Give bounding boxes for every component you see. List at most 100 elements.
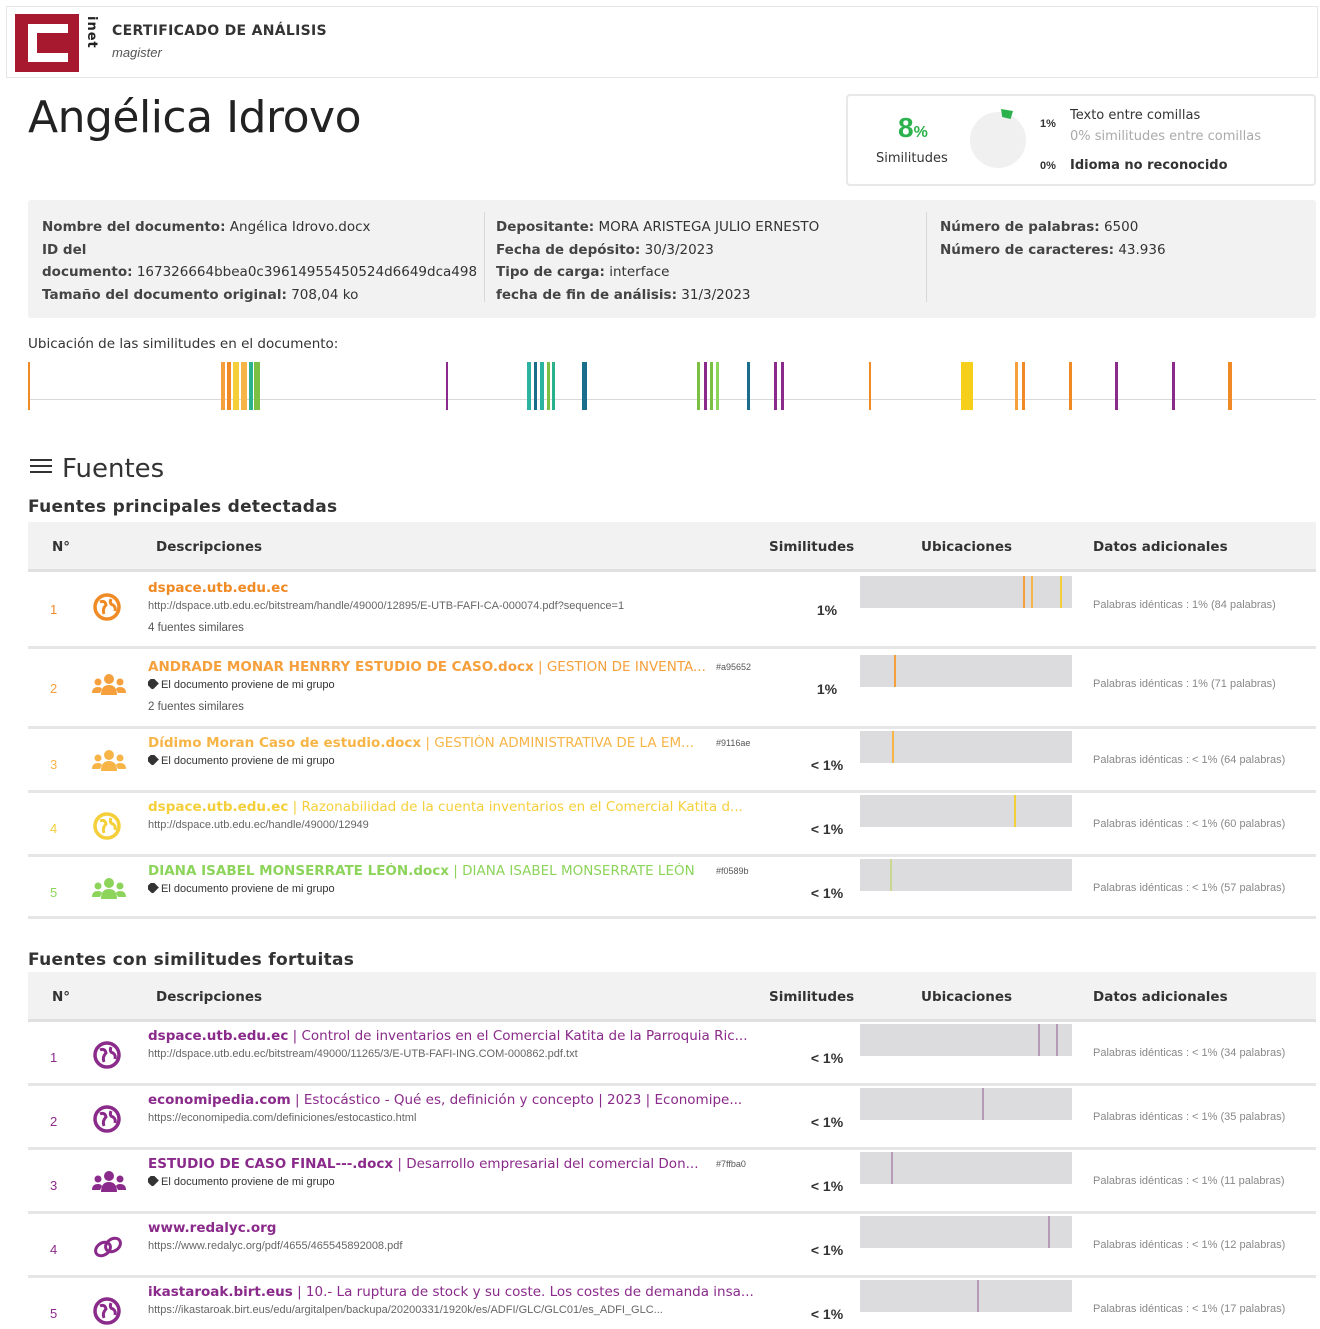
language-label: Idioma no reconocido xyxy=(1070,158,1228,173)
table-row[interactable]: 4 dspace.utb.edu.ec | Razonabilidad de la… xyxy=(28,793,1316,857)
additional-data: Palabras idénticas : 1% (84 palabras) xyxy=(1093,599,1276,611)
similarity-value: < 1% xyxy=(810,1242,844,1258)
additional-data: Palabras idénticas : < 1% (57 palabras) xyxy=(1093,882,1286,894)
source-hash: #f0589b xyxy=(716,866,749,876)
tag-icon xyxy=(148,1176,159,1187)
row-number: 5 xyxy=(50,885,58,900)
similar-sources-count[interactable]: 4 fuentes similares xyxy=(148,622,244,634)
similarity-value: < 1% xyxy=(810,1306,844,1322)
source-url[interactable]: http://dspace.utb.edu.ec/bitstream/49000… xyxy=(148,1048,788,1060)
info-column-2: Depositante: MORA ARISTEGA JULIO ERNESTO… xyxy=(496,219,820,303)
location-bars xyxy=(0,362,1320,412)
group-icon xyxy=(92,1168,126,1198)
globe-icon xyxy=(92,1040,122,1070)
source-title[interactable]: ANDRADE MONAR HENRRY ESTUDIO DE CASO.doc… xyxy=(148,659,788,675)
source-title[interactable]: DIANA ISABEL MONSERRATE LEÓN.docx | DIAN… xyxy=(148,863,788,879)
table-row[interactable]: 3 Dídimo Moran Caso de estudio.docx | GES… xyxy=(28,729,1316,793)
row-number: 5 xyxy=(50,1306,58,1321)
quoted-label: Texto entre comillas xyxy=(1070,108,1201,123)
table-row[interactable]: 3 ESTUDIO DE CASO FINAL---.docx | Desarro… xyxy=(28,1150,1316,1214)
location-bar xyxy=(527,362,531,410)
sources-heading: Fuentes xyxy=(30,454,164,484)
globe-icon xyxy=(92,592,122,622)
similarity-value: < 1% xyxy=(810,821,844,837)
source-url[interactable]: https://www.redalyc.org/pdf/4655/4655458… xyxy=(148,1240,788,1252)
location-bar xyxy=(774,362,777,410)
location-bar xyxy=(869,362,871,410)
similarity-value: < 1% xyxy=(810,1114,844,1130)
location-bar xyxy=(747,362,750,410)
similar-sources-count[interactable]: 2 fuentes similares xyxy=(148,701,244,713)
additional-data: Palabras idénticas : < 1% (35 palabras) xyxy=(1093,1111,1286,1123)
table-row[interactable]: 5 DIANA ISABEL MONSERRATE LEÓN.docx | DIA… xyxy=(28,857,1316,919)
location-bar xyxy=(28,362,30,410)
table-row[interactable]: 2 ANDRADE MONAR HENRRY ESTUDIO DE CASO.do… xyxy=(28,649,1316,729)
certificate-title: CERTIFICADO DE ANÁLISIS xyxy=(112,23,327,39)
location-bar xyxy=(534,362,537,410)
source-url[interactable]: https://ikastaroak.birt.eus/edu/argitalp… xyxy=(148,1304,788,1316)
row-number: 3 xyxy=(50,1178,58,1193)
table-row[interactable]: 5 ikastaroak.birt.eus | 10.- La ruptura d… xyxy=(28,1278,1316,1329)
location-bar xyxy=(227,362,231,410)
location-bar xyxy=(1115,362,1118,410)
row-number: 2 xyxy=(50,1114,58,1129)
source-url: El documento proviene de mi grupo xyxy=(148,679,788,691)
location-tick xyxy=(1014,795,1016,827)
source-title[interactable]: dspace.utb.edu.ec xyxy=(148,580,788,596)
location-bar xyxy=(547,362,550,410)
location-tick xyxy=(1048,1216,1050,1248)
location-bar xyxy=(1015,362,1018,410)
quoted-percent: 1% xyxy=(1040,118,1056,130)
additional-data: Palabras idénticas : < 1% (60 palabras) xyxy=(1093,818,1286,830)
location-bar xyxy=(241,362,247,410)
table-row[interactable]: 4 www.redalyc.org https://www.redalyc.org/… xyxy=(28,1214,1316,1278)
similarity-value: < 1% xyxy=(810,1178,844,1194)
location-tick xyxy=(1056,1024,1058,1056)
source-title[interactable]: economipedia.com | Estocástico - Qué es,… xyxy=(148,1092,788,1108)
additional-data: Palabras idénticas : < 1% (12 palabras) xyxy=(1093,1239,1286,1251)
source-title[interactable]: dspace.utb.edu.ec | Control de inventari… xyxy=(148,1028,788,1044)
table-header: N° Descripciones Similitudes Ubicaciones… xyxy=(28,972,1316,1022)
additional-data: Palabras idénticas : < 1% (34 palabras) xyxy=(1093,1047,1286,1059)
source-title[interactable]: Dídimo Moran Caso de estudio.docx | GEST… xyxy=(148,735,788,751)
group-icon xyxy=(92,875,126,905)
row-number: 1 xyxy=(50,602,58,617)
table-row[interactable]: 2 economipedia.com | Estocástico - Qué es… xyxy=(28,1086,1316,1150)
compilatio-logo: inet xyxy=(15,14,99,72)
certificate-subtitle: magister xyxy=(112,45,162,60)
location-tick xyxy=(894,655,896,687)
principal-sources-title: Fuentes principales detectadas xyxy=(28,497,338,517)
source-url[interactable]: http://dspace.utb.edu.ec/handle/49000/12… xyxy=(148,819,788,831)
source-title[interactable]: ESTUDIO DE CASO FINAL---.docx | Desarrol… xyxy=(148,1156,788,1172)
location-bar xyxy=(582,362,587,410)
location-bar xyxy=(1228,362,1232,410)
location-tick xyxy=(977,1280,979,1312)
group-icon xyxy=(92,671,126,701)
source-location-bar xyxy=(860,655,1072,687)
source-title[interactable]: dspace.utb.edu.ec | Razonabilidad de la … xyxy=(148,799,788,815)
source-title[interactable]: www.redalyc.org xyxy=(148,1220,788,1236)
source-url[interactable]: https://economipedia.com/definiciones/es… xyxy=(148,1112,788,1124)
similarity-value: < 1% xyxy=(810,1050,844,1066)
location-bar xyxy=(446,362,448,410)
source-url[interactable]: http://dspace.utb.edu.ec/bitstream/handl… xyxy=(148,600,788,612)
similarity-percent: 8% xyxy=(898,112,928,143)
source-url: El documento proviene de mi grupo xyxy=(148,883,788,895)
globe-icon xyxy=(92,811,122,841)
table-row[interactable]: 1 dspace.utb.edu.ec | Control de inventar… xyxy=(28,1022,1316,1086)
source-title[interactable]: ikastaroak.birt.eus | 10.- La ruptura de… xyxy=(148,1284,788,1300)
fortuitous-sources-title: Fuentes con similitudes fortuitas xyxy=(28,950,355,970)
table-header: N° Descripciones Similitudes Ubicaciones… xyxy=(28,522,1316,572)
location-tick xyxy=(891,1152,893,1184)
tag-icon xyxy=(148,883,159,894)
location-tick xyxy=(1038,1024,1040,1056)
location-tick xyxy=(982,1088,984,1120)
location-label: Ubicación de las similitudes en el docum… xyxy=(28,336,339,352)
location-bar xyxy=(1172,362,1175,410)
similarity-value: 1% xyxy=(816,602,838,618)
table-row[interactable]: 1 dspace.utb.edu.ec http://dspace.utb.edu.… xyxy=(28,572,1316,649)
source-url: El documento proviene de mi grupo xyxy=(148,755,788,767)
location-bar xyxy=(697,362,700,410)
row-number: 4 xyxy=(50,821,58,836)
source-location-bar xyxy=(860,731,1072,763)
